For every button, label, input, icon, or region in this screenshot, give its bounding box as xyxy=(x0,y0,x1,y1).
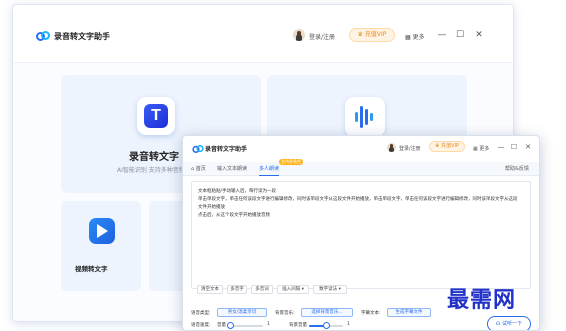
more-label: 更多 xyxy=(412,34,425,41)
avatar[interactable] xyxy=(387,143,396,152)
login-button[interactable]: 登录/注册 xyxy=(309,32,335,41)
subtitle-label: 字幕文本: xyxy=(361,311,381,316)
number-reading-dropdown[interactable]: 数字读法 ▾ xyxy=(313,285,347,294)
maximize-button[interactable]: ☐ xyxy=(510,142,518,152)
slider-knob[interactable] xyxy=(227,322,235,329)
maximize-button[interactable]: ☐ xyxy=(455,30,465,40)
vip-button[interactable]: ♛ 充值VIP xyxy=(429,141,465,152)
text-t-icon: T xyxy=(137,97,175,135)
text-line: 单击单段文字，单击任何该段文字进行编辑修改，同时该单段文字从这段文件开始播放，单… xyxy=(198,197,518,202)
polyphonic-word-button[interactable]: 多音词 xyxy=(251,285,273,294)
tab-label: 多人朗读 xyxy=(259,166,280,172)
soundwave-icon xyxy=(345,97,385,137)
bgm-label: 背景音乐: xyxy=(275,311,295,316)
app-title: 录音转文字助手 xyxy=(205,146,248,153)
vip-label: 充值VIP xyxy=(364,31,387,38)
bgm-select[interactable]: 选择背景音乐... xyxy=(301,308,353,317)
tab-text-read[interactable]: 输入文本朗读 xyxy=(217,162,247,176)
polyphonic-char-button[interactable]: 多音字 xyxy=(227,285,247,294)
tab-badge: 支持多角色 xyxy=(279,159,303,165)
slider-knob[interactable] xyxy=(322,322,330,329)
subtitle-select[interactable]: 生成字幕文件 xyxy=(387,308,431,317)
close-button[interactable]: ✕ xyxy=(524,142,532,152)
speed-label: 语音速度: xyxy=(191,323,211,328)
main-titlebar: 录音转文字助手 登录/注册 ♛ 充值VIP ▦ 更多 — ☐ ✕ xyxy=(13,5,513,63)
volume-value: 1 xyxy=(267,322,270,327)
card-video-to-text[interactable]: 视频转文字 xyxy=(61,201,141,291)
help-feedback-link[interactable]: 帮助&反馈 xyxy=(505,162,529,176)
app-title: 录音转文字助手 xyxy=(54,32,110,41)
tab-bar: ⌂ 首页 输入文本朗读 多人朗读 支持多角色 帮助&反馈 xyxy=(183,159,539,176)
tab-multi-read[interactable]: 多人朗读 xyxy=(259,162,280,176)
card-title: 视频转文字 xyxy=(75,265,108,273)
minimize-button[interactable]: — xyxy=(437,30,447,40)
crown-icon: ♛ xyxy=(357,31,365,38)
minimize-button[interactable]: — xyxy=(497,142,505,152)
app-logo-icon xyxy=(36,31,50,41)
clear-text-button[interactable]: 清空文本 xyxy=(197,285,223,294)
insert-pause-dropdown[interactable]: 插入间隔 ▾ xyxy=(277,285,309,294)
bg-volume-slider[interactable] xyxy=(309,322,343,329)
close-button[interactable]: ✕ xyxy=(474,30,484,40)
text-line: 点击后，从这个段文字开始播放音频 xyxy=(198,213,270,218)
voice-type-label: 语音类型: xyxy=(191,311,211,316)
more-menu-button[interactable]: ▦ 更多 xyxy=(473,145,489,152)
volume-label: 音量 xyxy=(217,323,226,328)
volume-slider[interactable] xyxy=(227,322,263,329)
more-menu-button[interactable]: ▦ 更多 xyxy=(405,32,425,41)
card-subtitle: AI智能识别 支持多种音频 xyxy=(117,167,185,174)
tab-home[interactable]: ⌂ 首页 xyxy=(191,162,206,176)
video-play-icon xyxy=(89,218,115,244)
bg-volume-label: 背景音量 xyxy=(289,323,307,328)
preview-label: 试听一下 xyxy=(502,321,523,327)
card-title: 录音转文字 xyxy=(129,152,179,163)
tab-label: 首页 xyxy=(195,166,206,172)
vip-button[interactable]: ♛ 充值VIP xyxy=(349,28,395,42)
voice-type-select[interactable]: 男女/温柔亲切 xyxy=(217,308,267,317)
text-line: 文本框粘贴/手动输入后，每行读为一段 xyxy=(198,189,277,194)
preview-button[interactable]: ☊ 试听一下 xyxy=(487,316,531,330)
login-button[interactable]: 登录/注册 xyxy=(399,145,421,152)
screenshot-canvas: 录音转文字助手 登录/注册 ♛ 充值VIP ▦ 更多 — ☐ ✕ T 录音转文字… xyxy=(0,0,566,331)
bg-volume-value: 1 xyxy=(347,322,350,327)
avatar[interactable] xyxy=(293,29,305,41)
more-label: 更多 xyxy=(479,146,490,152)
app-logo-icon xyxy=(192,145,204,153)
grid-icon: ▦ xyxy=(405,34,413,41)
text-input-area[interactable]: 文本框粘贴/手动输入后，每行读为一段 单击单段文字，单击任何该段文字进行编辑修改… xyxy=(191,181,531,289)
watermark-logo: 最需网 xyxy=(447,287,517,313)
text-line: 文件开始播放 xyxy=(198,205,225,210)
vip-label: 充值VIP xyxy=(441,143,459,149)
